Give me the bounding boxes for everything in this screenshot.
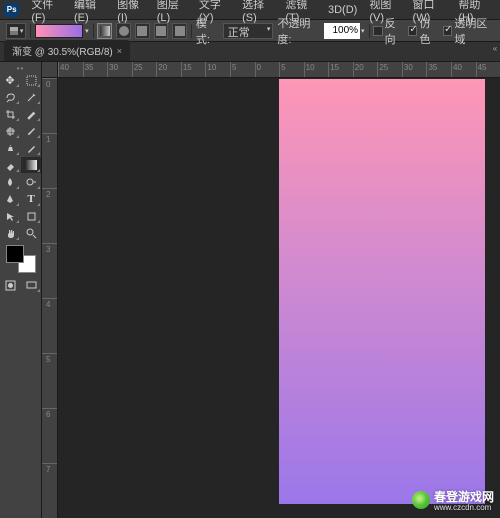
document-tab-title: 渐变 @ 30.5%(RGB/8): [12, 43, 113, 58]
clone-stamp-tool[interactable]: [0, 140, 20, 156]
crop-tool[interactable]: [0, 106, 20, 122]
menu-3d[interactable]: 3D(D): [322, 2, 363, 18]
app-logo: Ps: [4, 3, 19, 17]
brush-tool[interactable]: [21, 123, 41, 139]
shape-tool[interactable]: [21, 208, 41, 224]
gradient-type-angle[interactable]: [135, 23, 150, 39]
reverse-checkbox[interactable]: 反向: [373, 15, 404, 47]
magic-wand-tool[interactable]: [21, 89, 41, 105]
tool-panel: •• ✥ T: [0, 62, 42, 518]
mode-label: 模式:: [196, 15, 219, 47]
canvas-artboard[interactable]: [279, 79, 485, 504]
dither-checkbox[interactable]: 仿色: [408, 15, 439, 47]
screen-mode-tool[interactable]: [21, 277, 41, 293]
gradient-type-reflected[interactable]: [154, 23, 169, 39]
eyedropper-tool[interactable]: [21, 106, 41, 122]
opacity-field[interactable]: 100%: [324, 23, 365, 39]
path-selection-tool[interactable]: [0, 208, 20, 224]
lasso-tool[interactable]: [0, 89, 20, 105]
foreground-color-swatch[interactable]: [6, 245, 24, 263]
watermark-title: 春登游戏网: [434, 490, 494, 504]
pen-tool[interactable]: [0, 191, 20, 207]
watermark: 春登游戏网 www.czcdn.com: [412, 488, 494, 512]
checkbox-icon: [408, 26, 417, 36]
type-tool[interactable]: T: [21, 191, 41, 207]
gradient-type-linear[interactable]: [97, 23, 112, 39]
workspace: •• ✥ T: [0, 62, 500, 518]
gradient-preset-picker[interactable]: [35, 24, 89, 38]
gradient-preview-icon: [35, 24, 83, 38]
panel-grip-icon[interactable]: ••: [17, 64, 25, 72]
ruler-origin[interactable]: [42, 62, 58, 78]
menu-file[interactable]: 文件(F): [25, 0, 68, 26]
checkbox-icon: [443, 26, 452, 36]
color-swatches[interactable]: [6, 245, 36, 273]
blend-mode-select[interactable]: 正常: [223, 23, 274, 39]
watermark-logo-icon: [412, 491, 430, 509]
options-bar: 模式: 正常 不透明度: 100% 反向 仿色 透明区域: [0, 20, 500, 42]
gradient-tool[interactable]: [21, 157, 41, 173]
healing-brush-tool[interactable]: [0, 123, 20, 139]
checkbox-icon: [373, 26, 382, 36]
blur-tool[interactable]: [0, 174, 20, 190]
canvas-area[interactable]: 403530252015105051015202530354045 012345…: [42, 62, 500, 518]
gradient-type-diamond[interactable]: [172, 23, 187, 39]
document-tab[interactable]: 渐变 @ 30.5%(RGB/8) ×: [4, 40, 130, 61]
opacity-label: 不透明度:: [277, 15, 320, 47]
close-icon[interactable]: ×: [117, 46, 122, 56]
marquee-tool[interactable]: [21, 72, 41, 88]
vertical-ruler[interactable]: 012345678: [42, 78, 58, 518]
panel-collapse-icon[interactable]: «: [490, 41, 500, 55]
watermark-url: www.czcdn.com: [434, 503, 494, 512]
quick-mask-tool[interactable]: [0, 277, 20, 293]
horizontal-ruler[interactable]: 403530252015105051015202530354045: [58, 62, 500, 78]
dodge-tool[interactable]: [21, 174, 41, 190]
eraser-tool[interactable]: [0, 157, 20, 173]
gradient-type-radial[interactable]: [116, 23, 131, 39]
zoom-tool[interactable]: [21, 225, 41, 241]
hand-tool[interactable]: [0, 225, 20, 241]
tool-preset-picker[interactable]: [6, 23, 26, 39]
transparency-checkbox[interactable]: 透明区域: [443, 15, 494, 47]
history-brush-tool[interactable]: [21, 140, 41, 156]
move-tool[interactable]: ✥: [0, 72, 20, 88]
